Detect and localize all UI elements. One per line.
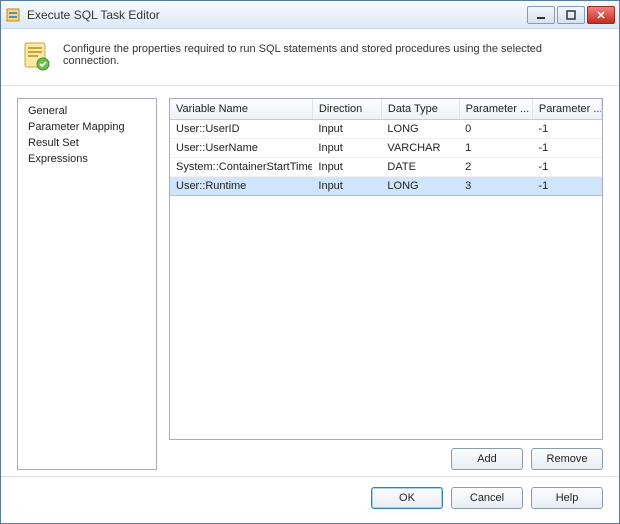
cell-paramname[interactable]: 1: [459, 139, 532, 158]
help-button[interactable]: Help: [531, 487, 603, 509]
cell-datatype[interactable]: VARCHAR: [381, 139, 459, 158]
parameter-grid: Variable Name Direction Data Type Parame…: [169, 98, 603, 440]
parameter-table: Variable Name Direction Data Type Parame…: [170, 99, 602, 196]
cell-paramsize[interactable]: -1: [532, 177, 601, 196]
table-row[interactable]: User::UserIDInputLONG0-1: [170, 120, 602, 139]
cell-variable[interactable]: User::UserName: [170, 139, 312, 158]
minimize-icon: [536, 10, 546, 20]
window-title: Execute SQL Task Editor: [27, 8, 527, 22]
cell-variable[interactable]: User::UserID: [170, 120, 312, 139]
maximize-icon: [566, 10, 576, 20]
app-icon: [5, 7, 21, 23]
sidebar-item-result-set[interactable]: Result Set: [20, 135, 154, 151]
task-icon: [23, 39, 51, 71]
add-button[interactable]: Add: [451, 448, 523, 470]
col-parameter-size[interactable]: Parameter ...: [532, 99, 601, 120]
minimize-button[interactable]: [527, 6, 555, 24]
table-row[interactable]: User::RuntimeInputLONG3-1: [170, 177, 602, 196]
close-button[interactable]: [587, 6, 615, 24]
sidebar-item-general[interactable]: General: [20, 103, 154, 119]
content-area: General Parameter Mapping Result Set Exp…: [1, 86, 619, 476]
col-direction[interactable]: Direction: [312, 99, 381, 120]
col-parameter-name[interactable]: Parameter ...: [459, 99, 532, 120]
cell-paramsize[interactable]: -1: [532, 139, 601, 158]
cell-paramsize[interactable]: -1: [532, 120, 601, 139]
titlebar[interactable]: Execute SQL Task Editor: [1, 1, 619, 29]
cell-paramname[interactable]: 0: [459, 120, 532, 139]
description-text: Configure the properties required to run…: [63, 43, 601, 67]
remove-button[interactable]: Remove: [531, 448, 603, 470]
cell-direction[interactable]: Input: [312, 158, 381, 177]
cell-direction[interactable]: Input: [312, 177, 381, 196]
dialog-window: Execute SQL Task Editor Configure the pr…: [0, 0, 620, 524]
cell-variable[interactable]: User::Runtime: [170, 177, 312, 196]
sidebar-item-expressions[interactable]: Expressions: [20, 151, 154, 167]
cell-variable[interactable]: System::ContainerStartTime: [170, 158, 312, 177]
col-variable-name[interactable]: Variable Name: [170, 99, 312, 120]
cell-datatype[interactable]: LONG: [381, 177, 459, 196]
sidebar: General Parameter Mapping Result Set Exp…: [17, 98, 157, 470]
maximize-button[interactable]: [557, 6, 585, 24]
col-data-type[interactable]: Data Type: [381, 99, 459, 120]
window-controls: [527, 6, 615, 24]
table-row[interactable]: User::UserNameInputVARCHAR1-1: [170, 139, 602, 158]
cell-paramname[interactable]: 3: [459, 177, 532, 196]
header-description: Configure the properties required to run…: [1, 29, 619, 86]
table-row[interactable]: System::ContainerStartTimeInputDATE2-1: [170, 158, 602, 177]
main-panel: Variable Name Direction Data Type Parame…: [169, 98, 603, 470]
sidebar-item-parameter-mapping[interactable]: Parameter Mapping: [20, 119, 154, 135]
cell-paramsize[interactable]: -1: [532, 158, 601, 177]
cancel-button[interactable]: Cancel: [451, 487, 523, 509]
grid-button-row: Add Remove: [169, 440, 603, 470]
table-header-row: Variable Name Direction Data Type Parame…: [170, 99, 602, 120]
cell-direction[interactable]: Input: [312, 120, 381, 139]
dialog-button-row: OK Cancel Help: [1, 476, 619, 523]
grid-empty-area: [170, 196, 602, 439]
close-icon: [596, 10, 606, 20]
cell-datatype[interactable]: DATE: [381, 158, 459, 177]
cell-paramname[interactable]: 2: [459, 158, 532, 177]
cell-datatype[interactable]: LONG: [381, 120, 459, 139]
ok-button[interactable]: OK: [371, 487, 443, 509]
cell-direction[interactable]: Input: [312, 139, 381, 158]
